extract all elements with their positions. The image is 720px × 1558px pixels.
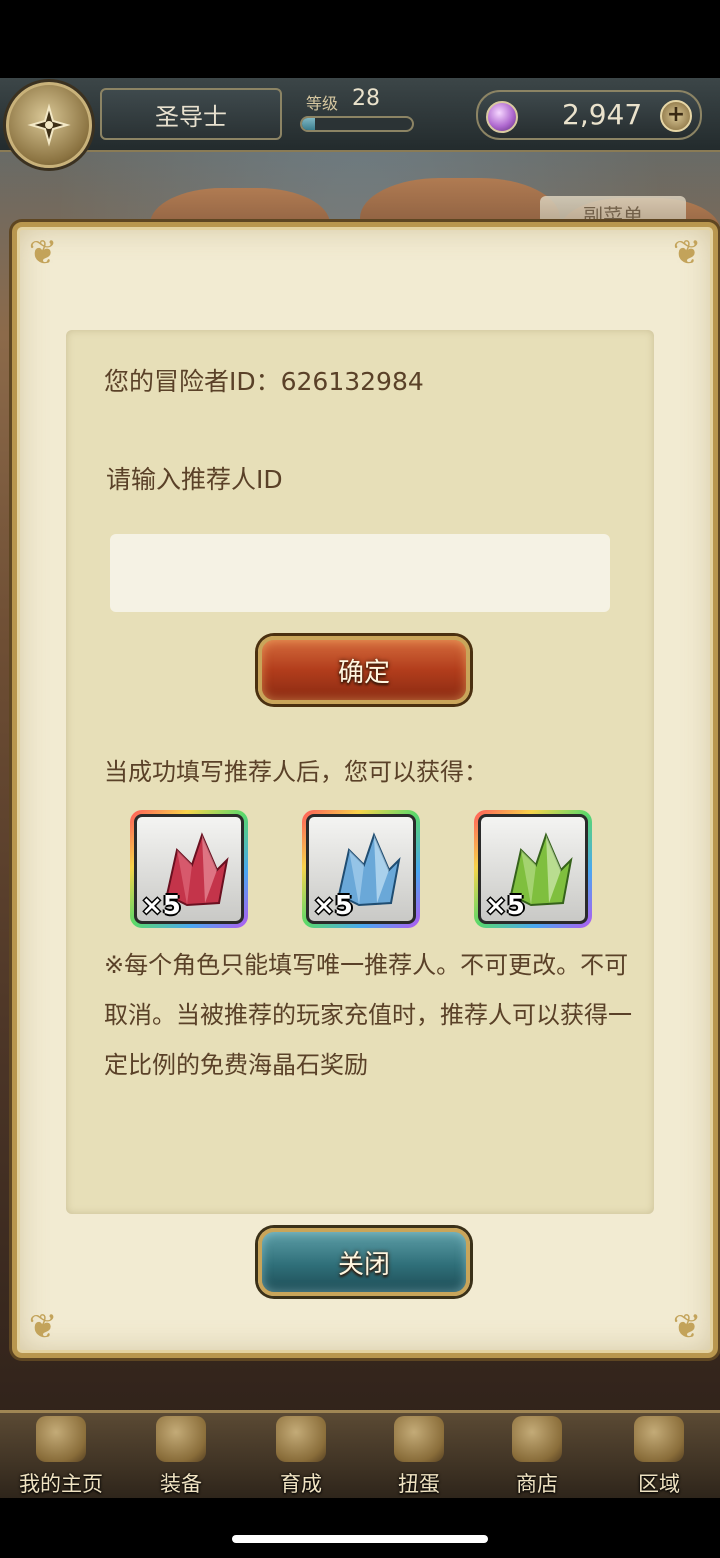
nav-label: 装备 <box>160 1472 202 1496</box>
level-label: 等级 <box>306 94 339 113</box>
level-value: 28 <box>352 86 380 111</box>
close-button[interactable]: 关闭 <box>258 1228 470 1296</box>
nav-item-equipment[interactable]: 装备 <box>122 1412 240 1498</box>
reward-item-red-crystal[interactable]: ×5 <box>130 810 248 928</box>
adventurer-id-text: 您的冒险者ID：626132984 <box>104 367 424 396</box>
referrer-id-input[interactable] <box>110 534 610 612</box>
system-bottom-area <box>0 1498 720 1558</box>
reward-item-green-crystal[interactable]: ×5 <box>474 810 592 928</box>
level-progress-fill <box>302 118 316 130</box>
reward-item-blue-crystal[interactable]: ×5 <box>302 810 420 928</box>
nav-label: 我的主页 <box>19 1472 103 1496</box>
shop-icon <box>512 1416 562 1462</box>
home-indicator[interactable] <box>232 1535 488 1543</box>
corner-ornament: ❦ <box>672 233 702 273</box>
nav-item-gacha[interactable]: 扭蛋 <box>360 1412 478 1498</box>
level-indicator: 等级 28 <box>290 86 420 136</box>
gacha-icon <box>394 1416 444 1462</box>
main-menu-button[interactable] <box>6 82 92 168</box>
level-progress-bar <box>300 116 414 132</box>
nav-item-home[interactable]: 我的主页 <box>2 1412 120 1498</box>
nav-label: 育成 <box>280 1472 322 1496</box>
player-name: 圣导士 <box>100 88 282 140</box>
scroll-icon <box>36 1416 86 1462</box>
globe-icon <box>634 1416 684 1462</box>
sword-icon <box>276 1416 326 1462</box>
nav-label: 区域 <box>638 1472 680 1496</box>
reward-quantity: ×5 <box>313 891 353 921</box>
gem-icon <box>486 101 518 133</box>
corner-ornament: ❦ <box>672 1307 702 1347</box>
corner-ornament: ❦ <box>28 1307 58 1347</box>
corner-ornament: ❦ <box>28 233 58 273</box>
status-bar-area <box>0 0 720 78</box>
notice-text: ※每个角色只能填写唯一推荐人。不可更改。不可取消。当被推荐的玩家充值时，推荐人可… <box>104 951 632 1079</box>
confirm-button-label: 确定 <box>337 657 390 688</box>
add-currency-button[interactable]: + <box>660 100 692 132</box>
reward-title: 当成功填写推荐人后，您可以获得： <box>104 758 488 786</box>
currency-display: 2,947 + <box>476 90 702 140</box>
nav-item-training[interactable]: 育成 <box>242 1412 360 1498</box>
nav-item-shop[interactable]: 商店 <box>478 1412 596 1498</box>
confirm-button[interactable]: 确定 <box>258 636 470 704</box>
shuriken-icon <box>27 103 71 147</box>
reward-quantity: ×5 <box>141 891 181 921</box>
close-button-label: 关闭 <box>337 1249 390 1280</box>
nav-label: 商店 <box>516 1472 558 1496</box>
reward-quantity: ×5 <box>485 891 525 921</box>
referrer-id-label: 请输入推荐人ID <box>106 465 283 494</box>
nav-label: 扭蛋 <box>398 1472 440 1496</box>
helmet-icon <box>156 1416 206 1462</box>
nav-item-region[interactable]: 区域 <box>600 1412 718 1498</box>
currency-value: 2,947 <box>562 98 643 131</box>
